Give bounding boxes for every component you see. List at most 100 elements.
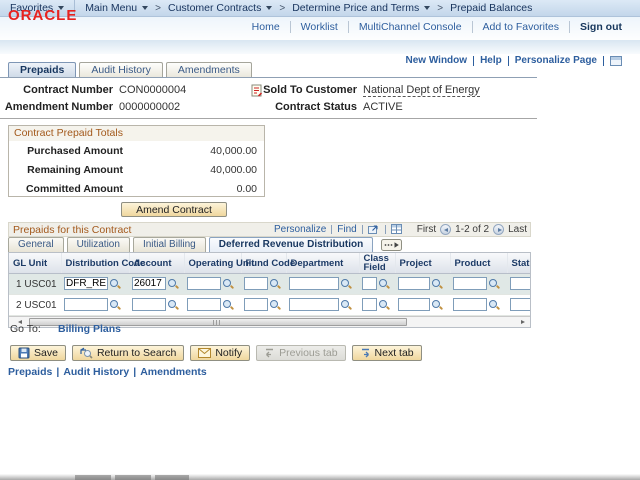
lookup-icon[interactable] (488, 299, 500, 311)
grid-pager: First 1-2 of 2 Last (417, 224, 527, 235)
billing-plans-link[interactable]: Billing Plans (58, 323, 121, 335)
footer-audit-history-link[interactable]: Audit History (63, 366, 129, 378)
lookup-icon[interactable] (340, 278, 352, 290)
sold-to-customer-value[interactable]: National Dept of Energy (363, 84, 480, 97)
account-input[interactable] (132, 277, 166, 291)
previous-page-icon[interactable] (440, 224, 452, 235)
contract-status-label: Contract Status (275, 101, 357, 113)
grid-header-row: GL Unit Distribution Code Account Operat… (9, 253, 530, 274)
lookup-icon[interactable] (269, 299, 281, 311)
col-fund-code: Fund Code (241, 253, 295, 274)
project-input[interactable] (398, 277, 430, 291)
next-tab-button[interactable]: Next tab (351, 345, 422, 361)
contract-number-value: CON0000004 (119, 84, 187, 96)
pager-range: 1-2 of 2 (455, 224, 490, 235)
subtab-general[interactable]: General (8, 237, 64, 252)
lookup-icon[interactable] (167, 299, 179, 311)
return-to-search-button[interactable]: Return to Search (71, 345, 185, 361)
tab-prepaids[interactable]: Prepaids (8, 62, 77, 78)
footer-prepaids-link[interactable]: Prepaids (8, 366, 52, 378)
new-window-link[interactable]: New Window (405, 55, 467, 66)
class-field-input[interactable] (362, 298, 377, 312)
view-all-icon[interactable] (367, 224, 380, 235)
previous-tab-button: Previous tab (256, 345, 346, 361)
main-menu-item[interactable]: Main Menu (85, 2, 149, 14)
amend-contract-button[interactable]: Amend Contract (121, 202, 227, 217)
distribution-code-input[interactable] (64, 277, 108, 291)
lookup-icon[interactable] (167, 278, 179, 290)
totals-title: Contract Prepaid Totals (9, 126, 264, 141)
account-input[interactable] (132, 298, 166, 312)
sign-out-link[interactable]: Sign out (570, 21, 624, 33)
distribution-code-input[interactable] (64, 298, 108, 312)
lookup-icon[interactable] (378, 299, 390, 311)
fund-code-input[interactable] (244, 277, 268, 291)
lookup-icon[interactable] (109, 299, 121, 311)
lookup-icon[interactable] (378, 278, 390, 290)
find-link[interactable]: Find (337, 224, 356, 235)
class-field-input[interactable] (362, 277, 377, 291)
project-input[interactable] (398, 298, 430, 312)
breadcrumb-trail: Main Menu > Customer Contracts > Determi… (75, 0, 542, 16)
grid-row-1: 1 USC01 (9, 273, 530, 295)
subtab-utilization[interactable]: Utilization (66, 237, 130, 252)
contract-number-label: Contract Number (23, 84, 113, 96)
statistics-code-input[interactable] (510, 277, 530, 291)
header-links: Home Worklist MultiChannel Console Add t… (242, 21, 624, 33)
product-input[interactable] (453, 277, 487, 291)
scroll-right-icon[interactable] (519, 318, 528, 327)
bottom-taskbar-strip (0, 474, 640, 480)
show-all-columns-icon[interactable] (381, 239, 403, 251)
department-input[interactable] (289, 277, 339, 291)
personalize-page-link[interactable]: Personalize Page (515, 55, 597, 66)
lookup-icon[interactable] (340, 299, 352, 311)
operating-unit-input[interactable] (187, 277, 221, 291)
worklist-link[interactable]: Worklist (291, 21, 349, 33)
lookup-icon[interactable] (222, 278, 234, 290)
section-separator (0, 118, 537, 119)
department-input[interactable] (289, 298, 339, 312)
home-link[interactable]: Home (242, 21, 291, 33)
customer-contracts-item[interactable]: Customer Contracts (168, 2, 273, 14)
pager-last[interactable]: Last (508, 224, 527, 235)
col-department: Department (286, 253, 360, 274)
amendment-number-value: 0000000002 (119, 101, 181, 113)
dropdown-arrow-icon (142, 6, 149, 10)
tab-audit-history[interactable]: Audit History (79, 62, 163, 78)
subtab-initial-billing[interactable]: Initial Billing (132, 237, 206, 252)
footer-page-links: Prepaids | Audit History | Amendments (8, 366, 207, 378)
lookup-icon[interactable] (269, 278, 281, 290)
new-window-icon[interactable] (610, 55, 622, 66)
lookup-icon[interactable] (222, 299, 234, 311)
lookup-icon[interactable] (431, 299, 443, 311)
help-link[interactable]: Help (480, 55, 502, 66)
add-to-favorites-link[interactable]: Add to Favorites (473, 21, 570, 33)
lookup-icon[interactable] (488, 278, 500, 290)
operating-unit-input[interactable] (187, 298, 221, 312)
contract-prepaid-totals-box: Contract Prepaid Totals Purchased Amount… (8, 125, 265, 197)
fund-code-input[interactable] (244, 298, 268, 312)
grid-section-header: Prepaids for this Contract Personalize F… (8, 222, 531, 237)
multichannel-console-link[interactable]: MultiChannel Console (349, 21, 473, 33)
next-page-icon[interactable] (493, 224, 505, 235)
totals-row: Purchased Amount 40,000.00 (27, 144, 257, 157)
lookup-icon[interactable] (431, 278, 443, 290)
header-gradient-band (0, 40, 640, 54)
previous-tab-icon (264, 348, 275, 359)
breadcrumb-separator: > (155, 2, 161, 14)
tab-underline (0, 77, 537, 78)
tab-amendments[interactable]: Amendments (165, 62, 252, 78)
notify-button[interactable]: Notify (190, 345, 251, 361)
save-button[interactable]: Save (10, 345, 66, 361)
col-statistics-code: Statistics C (507, 253, 530, 274)
subtab-deferred-revenue-distribution[interactable]: Deferred Revenue Distribution (208, 237, 374, 252)
lookup-icon[interactable] (109, 278, 121, 290)
download-grid-icon[interactable] (390, 224, 403, 235)
statistics-code-input[interactable] (510, 298, 530, 312)
determine-price-terms-item[interactable]: Determine Price and Terms (292, 2, 431, 14)
personalize-link[interactable]: Personalize (274, 224, 326, 235)
pager-first[interactable]: First (417, 224, 436, 235)
product-input[interactable] (453, 298, 487, 312)
grid-section-controls: Personalize Find First 1-2 of 2 Last (274, 224, 530, 235)
footer-amendments-link[interactable]: Amendments (140, 366, 207, 378)
